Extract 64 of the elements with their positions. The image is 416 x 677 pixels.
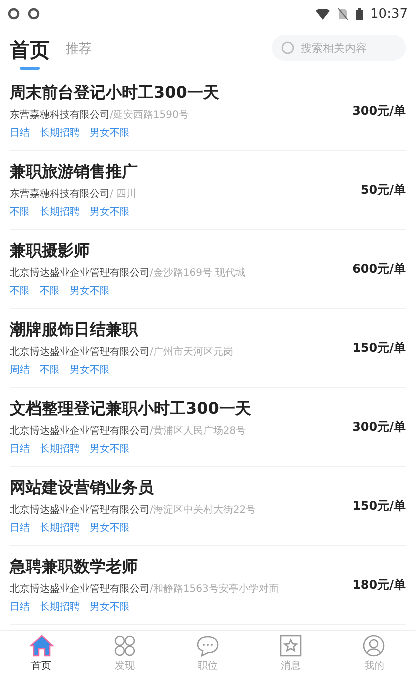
- company-name: 北京博达盛业企业管理有限公司: [10, 504, 150, 516]
- company-name: 东营嘉穗科技有限公司: [10, 188, 110, 200]
- job-tag: 男女不限: [90, 520, 130, 534]
- company-name: 北京博达盛业企业管理有限公司: [10, 584, 150, 594]
- status-time: 10:37: [370, 6, 408, 22]
- job-tag: 不限: [10, 204, 30, 218]
- job-location: /海淀区中关村大街22号: [150, 504, 256, 516]
- job-tag: 长期招聘: [40, 600, 80, 614]
- search-field[interactable]: 搜索相关内容: [272, 35, 406, 61]
- search-icon: [281, 41, 295, 55]
- job-tag: 男女不限: [70, 284, 110, 298]
- job-title[interactable]: 网站建设营销业务员: [10, 478, 256, 498]
- job-tag: 长期招聘: [40, 204, 80, 218]
- company-name: 北京博达盛业企业管理有限公司: [10, 268, 150, 278]
- chat-icon: [196, 635, 219, 657]
- battery-icon: [356, 8, 363, 20]
- app-icon: [28, 8, 40, 20]
- job-price: 300元/单: [352, 102, 406, 120]
- company-name: 北京博达盛业企业管理有限公司: [10, 426, 150, 436]
- job-location: /和静路1563号安亭小学对面: [150, 584, 279, 594]
- company-name: 东营嘉穗科技有限公司: [10, 110, 110, 120]
- clover-icon: [114, 635, 136, 657]
- wifi-icon: [316, 8, 330, 20]
- job-tag: 日结: [10, 442, 30, 456]
- job-price: 150元/单: [352, 498, 406, 514]
- job-location: / 四川: [110, 188, 137, 200]
- job-tag: 长期招聘: [40, 442, 80, 456]
- job-tag: 日结: [10, 600, 30, 614]
- job-price: 50元/单: [360, 182, 406, 198]
- job-location: /广州市天河区元岗: [150, 346, 234, 358]
- tab-indicator: [20, 66, 40, 70]
- job-tag: 男女不限: [90, 442, 130, 456]
- app-icon: [8, 8, 20, 20]
- job-title[interactable]: 周末前台登记小时工300一天: [10, 82, 220, 104]
- job-location: /黄浦区人民广场28号: [150, 426, 246, 436]
- job-tag: 不限: [40, 362, 60, 376]
- job-title[interactable]: 急聘兼职数学老师: [10, 556, 279, 578]
- job-price: 150元/单: [352, 340, 406, 356]
- job-location: /金沙路169号 现代城: [150, 268, 246, 278]
- job-tag: 日结: [10, 126, 30, 140]
- job-price: 180元/单: [352, 576, 406, 594]
- job-tag: 长期招聘: [40, 520, 80, 534]
- job-tag: 男女不限: [90, 600, 130, 614]
- job-title[interactable]: 兼职摄影师: [10, 240, 246, 262]
- job-price: 600元/单: [352, 260, 406, 278]
- job-tag: 男女不限: [90, 126, 130, 140]
- no-sim-icon: [338, 8, 348, 20]
- tab[interactable]: 首页: [10, 36, 50, 62]
- job-tag: 不限: [10, 284, 30, 298]
- job-title[interactable]: 兼职旅游销售推广: [10, 162, 138, 182]
- home-icon: [30, 635, 54, 657]
- job-tag: 周结: [10, 362, 30, 376]
- job-tag: 男女不限: [90, 204, 130, 218]
- job-price: 300元/单: [352, 418, 406, 436]
- job-title[interactable]: 文档整理登记兼职小时工300一天: [10, 398, 252, 420]
- job-location: /延安西路1590号: [110, 110, 189, 120]
- nav-item[interactable]: 首页: [12, 635, 72, 673]
- job-title[interactable]: 潮牌服饰日结兼职: [10, 320, 234, 340]
- job-tag: 男女不限: [70, 362, 110, 376]
- job-tag: 不限: [40, 284, 60, 298]
- user-icon: [363, 635, 386, 657]
- company-name: 北京博达盛业企业管理有限公司: [10, 346, 150, 358]
- job-tag: 长期招聘: [40, 126, 80, 140]
- job-tag: 日结: [10, 520, 30, 534]
